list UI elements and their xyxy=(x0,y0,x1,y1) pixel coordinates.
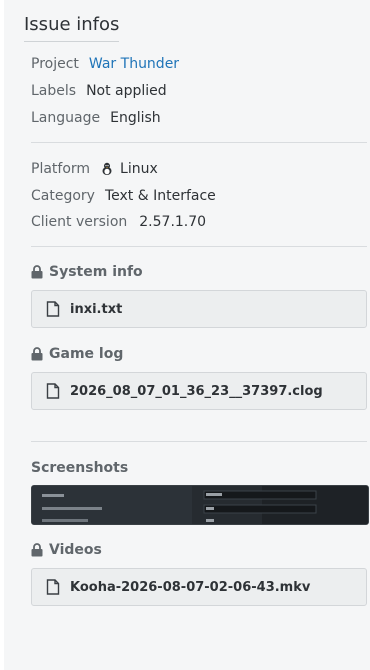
divider xyxy=(31,246,367,247)
game-log-heading: Game log xyxy=(31,346,123,362)
category-row: Category Text & Interface xyxy=(31,188,216,204)
file-icon xyxy=(46,579,60,595)
video-file[interactable]: Kooha-2026-08-07-02-06-43.mkv xyxy=(31,568,367,606)
lock-icon xyxy=(31,543,43,557)
language-label: Language xyxy=(31,110,101,126)
language-value: English xyxy=(110,110,161,126)
linux-icon xyxy=(102,162,112,175)
system-info-heading: System info xyxy=(31,264,143,280)
system-info-filename: inxi.txt xyxy=(70,301,123,317)
project-link[interactable]: War Thunder xyxy=(89,56,179,72)
language-row: Language English xyxy=(31,110,161,126)
category-value: Text & Interface xyxy=(104,188,216,204)
system-info-file[interactable]: inxi.txt xyxy=(31,290,367,328)
screenshots-label: Screenshots xyxy=(31,460,129,476)
lock-icon xyxy=(31,347,43,361)
screenshot-thumbnail[interactable] xyxy=(31,485,369,525)
divider xyxy=(31,142,367,143)
divider xyxy=(31,441,367,442)
labels-value: Not applied xyxy=(86,83,167,99)
video-filename: Kooha-2026-08-07-02-06-43.mkv xyxy=(70,579,311,595)
project-label: Project xyxy=(31,56,79,72)
platform-row: Platform Linux xyxy=(31,161,158,177)
system-info-label: System info xyxy=(49,264,143,280)
game-log-file[interactable]: 2026_08_07_01_36_23__37397.clog xyxy=(31,372,367,410)
lock-icon xyxy=(31,265,43,279)
labels-row: Labels Not applied xyxy=(31,83,167,99)
platform-value: Linux xyxy=(120,161,158,177)
client-version-value: 2.57.1.70 xyxy=(139,214,207,230)
game-log-filename: 2026_08_07_01_36_23__37397.clog xyxy=(70,383,323,399)
game-log-label: Game log xyxy=(49,346,124,362)
file-icon xyxy=(46,383,60,399)
videos-heading: Videos xyxy=(31,542,102,558)
labels-label: Labels xyxy=(31,83,77,99)
project-row: Project War Thunder xyxy=(31,56,179,72)
videos-label: Videos xyxy=(49,542,102,558)
platform-label: Platform xyxy=(31,161,91,177)
client-version-row: Client version 2.57.1.70 xyxy=(31,214,206,230)
client-version-label: Client version xyxy=(31,214,128,230)
issue-infos-panel: Issue infos Project War Thunder Labels N… xyxy=(4,0,370,670)
panel-title: Issue infos xyxy=(24,14,120,42)
category-label: Category xyxy=(31,188,95,204)
screenshots-heading: Screenshots xyxy=(31,460,128,476)
file-icon xyxy=(46,301,60,317)
screenshot-image xyxy=(32,486,368,524)
